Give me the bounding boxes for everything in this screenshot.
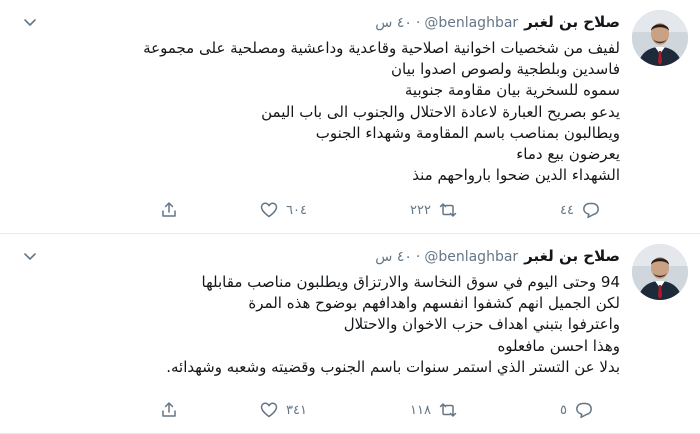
tweet-text: لفيف من شخصيات اخوانية اصلاحية وقاعدية و…	[60, 38, 620, 186]
tweet-line: يدعو بصريح العبارة لاعادة الاحتلال والجن…	[261, 102, 620, 121]
share-button[interactable]	[160, 199, 178, 221]
tweet-line: لفيف من شخصيات اخوانية اصلاحية وقاعدية و…	[143, 39, 620, 57]
retweet-button[interactable]: ٢٢٢	[410, 199, 457, 221]
user-handle[interactable]: @benlaghbar	[424, 249, 518, 265]
reply-icon	[583, 202, 599, 219]
tweet-text: 94 وحتى اليوم في سوق النخاسة والارتزاق و…	[60, 272, 620, 378]
heart-icon	[260, 402, 278, 418]
avatar[interactable]	[632, 244, 688, 300]
reply-button[interactable]: ٤٤	[560, 199, 600, 221]
retweet-icon	[439, 203, 457, 217]
heart-icon	[260, 202, 278, 218]
display-name[interactable]: صلاح بن لغبر	[524, 247, 620, 265]
share-icon	[162, 202, 176, 217]
reply-count: ٥	[560, 402, 567, 418]
chevron-down-icon[interactable]	[22, 248, 38, 264]
retweet-count: ١١٨	[410, 402, 431, 418]
like-count: ٣٤١	[286, 402, 307, 418]
separator-dot: ·	[415, 249, 421, 265]
share-button[interactable]	[160, 399, 178, 421]
separator-dot: ·	[415, 15, 421, 31]
tweet-actions: ٦٠٤ ٢٢٢ ٤٤	[0, 199, 700, 221]
timestamp[interactable]: ٤٠ س	[375, 249, 412, 265]
avatar[interactable]	[632, 10, 688, 66]
tweet-line: بدلا عن التستر الذي استمر سنوات باسم الج…	[166, 357, 620, 376]
avatar-image	[632, 244, 688, 300]
timestamp[interactable]: ٤٠ س	[375, 15, 412, 31]
tweet-actions: ٣٤١ ١١٨ ٥	[0, 399, 700, 421]
retweet-icon	[439, 403, 457, 417]
retweet-count: ٢٢٢	[410, 202, 431, 218]
tweet-line: يعرضون بيع دماء	[516, 145, 620, 164]
share-icon	[162, 402, 176, 417]
tweet-line: 94 وحتى اليوم في سوق النخاسة والارتزاق و…	[201, 273, 620, 291]
tweet-line: ويطالبون بمناصب باسم المقاومة وشهداء الج…	[315, 123, 620, 142]
reply-count: ٤٤	[560, 202, 574, 218]
reply-icon	[576, 402, 592, 419]
like-button[interactable]: ٣٤١	[260, 399, 307, 421]
reply-button[interactable]: ٥	[560, 399, 593, 421]
display-name[interactable]: صلاح بن لغبر	[524, 13, 620, 31]
tweet-line: وهذا احسن مافعلوه	[497, 336, 620, 355]
tweet[interactable]: صلاح بن لغبر @benlaghbar·٤٠ س 94 وحتى الي…	[0, 234, 700, 434]
tweet-line: فاسدين وبلطجية ولصوص اصدوا بيان	[391, 60, 620, 79]
avatar-image	[632, 10, 688, 66]
tweet-feed: صلاح بن لغبر@benlaghbar·٤٠ س لفيف من شخص…	[0, 0, 700, 434]
tweet-line: لكن الجميل انهم كشفوا انفسهم واهدافهم بو…	[248, 294, 620, 313]
chevron-down-icon[interactable]	[22, 14, 38, 30]
like-button[interactable]: ٦٠٤	[260, 199, 307, 221]
retweet-button[interactable]: ١١٨	[410, 399, 457, 421]
like-count: ٦٠٤	[286, 202, 307, 218]
tweet-line: سموه للسخرية بيان مقاومة جنوبية	[404, 81, 620, 100]
tweet-header: صلاح بن لغبر @benlaghbar·٤٠ س	[375, 246, 620, 266]
tweet-line: واعترفوا بتبني اهداف حزب الاخوان والاحتل…	[343, 315, 620, 334]
tweet-line: الشهداء الدين ضحوا بارواحهم منذ	[412, 166, 620, 185]
tweet[interactable]: صلاح بن لغبر @benlaghbar·٤٠ س لفيف من شخص…	[0, 0, 700, 234]
tweet-header: صلاح بن لغبر @benlaghbar·٤٠ س	[375, 12, 620, 32]
user-handle[interactable]: @benlaghbar	[424, 15, 518, 31]
